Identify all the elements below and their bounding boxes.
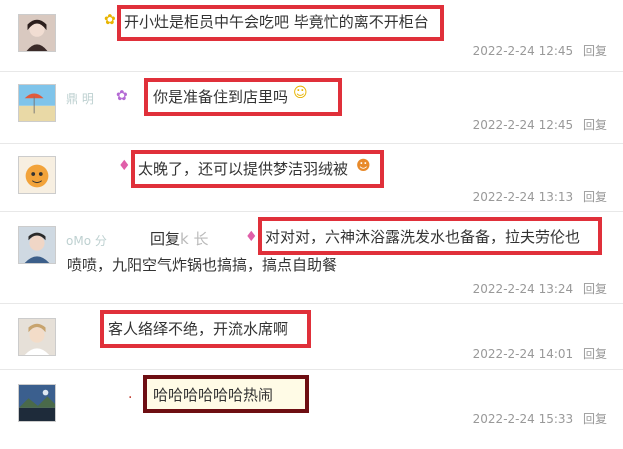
reply-link[interactable]: 回复 [583,347,607,361]
comment-text: 你是准备住到店里吗 [153,88,289,106]
avatar[interactable] [18,318,56,356]
reply-link[interactable]: 回复 [583,282,607,296]
reply-prefix: 回复 [150,230,181,248]
reply-line: 回复k 长 [150,226,208,252]
timestamp: 2022-2-24 13:24 [472,282,574,296]
timestamp: 2022-2-24 12:45 [472,44,574,58]
comment-meta: 2022-2-24 12:45 回复 [473,42,607,59]
comment-meta: 2022-2-24 13:24 回复 [473,280,607,297]
comment-text: 太晚了，还可以提供梦洁羽绒被 [138,160,349,178]
cat-emoji-icon: ☻ [356,158,371,174]
commenter-name[interactable]: 鼎 明 [66,90,94,107]
comment-text: 对对对，六神沐浴露洗发水也备备，拉夫劳伦也 [265,228,581,246]
avatar[interactable] [18,384,56,422]
reply-link[interactable]: 回复 [583,44,607,58]
flower-emoji-icon: ✿ [104,12,116,28]
comment-thread: ✿ 开小灶是柜员中午会吃吧 毕竟忙的离不开柜台 2022-2-24 12:45 … [0,0,623,449]
timestamp: 2022-2-24 15:33 [472,412,574,426]
comment-item: ✿ 开小灶是柜员中午会吃吧 毕竟忙的离不开柜台 2022-2-24 12:45 … [0,0,623,72]
avatar[interactable] [18,14,56,52]
reply-target[interactable]: k 长 [180,230,208,248]
comment-item: 客人络绎不绝，开流水席啊 2022-2-24 14:01 回复 [0,304,623,370]
comment-text: 哈哈哈哈哈哈热闹 [153,386,274,404]
reply-link[interactable]: 回复 [583,118,607,132]
comment-meta: 2022-2-24 14:01 回复 [473,345,607,362]
comment-meta: 2022-2-24 15:33 回复 [473,410,607,427]
comment-text: 客人络绎不绝，开流水席啊 [108,320,289,338]
reply-link[interactable]: 回复 [583,412,607,426]
flower-emoji-icon: ✿ [116,88,128,104]
comment-meta: 2022-2-24 13:13 回复 [473,188,607,205]
reply-link[interactable]: 回复 [583,190,607,204]
comment-item: ♦ 太晚了，还可以提供梦洁羽绒被 ☻ 2022-2-24 13:13 回复 [0,144,623,212]
timestamp: 2022-2-24 12:45 [472,118,574,132]
timestamp: 2022-2-24 13:13 [472,190,574,204]
diamond-emoji-icon: ♦ [118,158,131,174]
avatar[interactable] [18,156,56,194]
comment-item: 鼎 明 ✿ 你是准备住到店里吗 ☺ 2022-2-24 12:45 回复 [0,72,623,144]
avatar[interactable] [18,226,56,264]
comment-meta: 2022-2-24 12:45 回复 [473,116,607,133]
avatar[interactable] [18,84,56,122]
timestamp: 2022-2-24 14:01 [472,347,574,361]
comment-text-line-2: 喷喷，九阳空气炸锅也搞搞，搞点自助餐 [67,256,338,274]
comment-item: oMo 分 回复k 长 ♦ 对对对，六神沐浴露洗发水也备备，拉夫劳伦也 喷喷，九… [0,212,623,304]
comment-text: 开小灶是柜员中午会吃吧 毕竟忙的离不开柜台 [124,13,429,31]
flower-emoji-icon: · [128,390,133,406]
comment-item: · 哈哈哈哈哈哈热闹 2022-2-24 15:33 回复 [0,370,623,449]
diamond-emoji-icon: ♦ [245,229,258,245]
commenter-name[interactable]: oMo 分 [66,232,107,249]
laughing-emoji-icon: ☺ [293,85,308,101]
